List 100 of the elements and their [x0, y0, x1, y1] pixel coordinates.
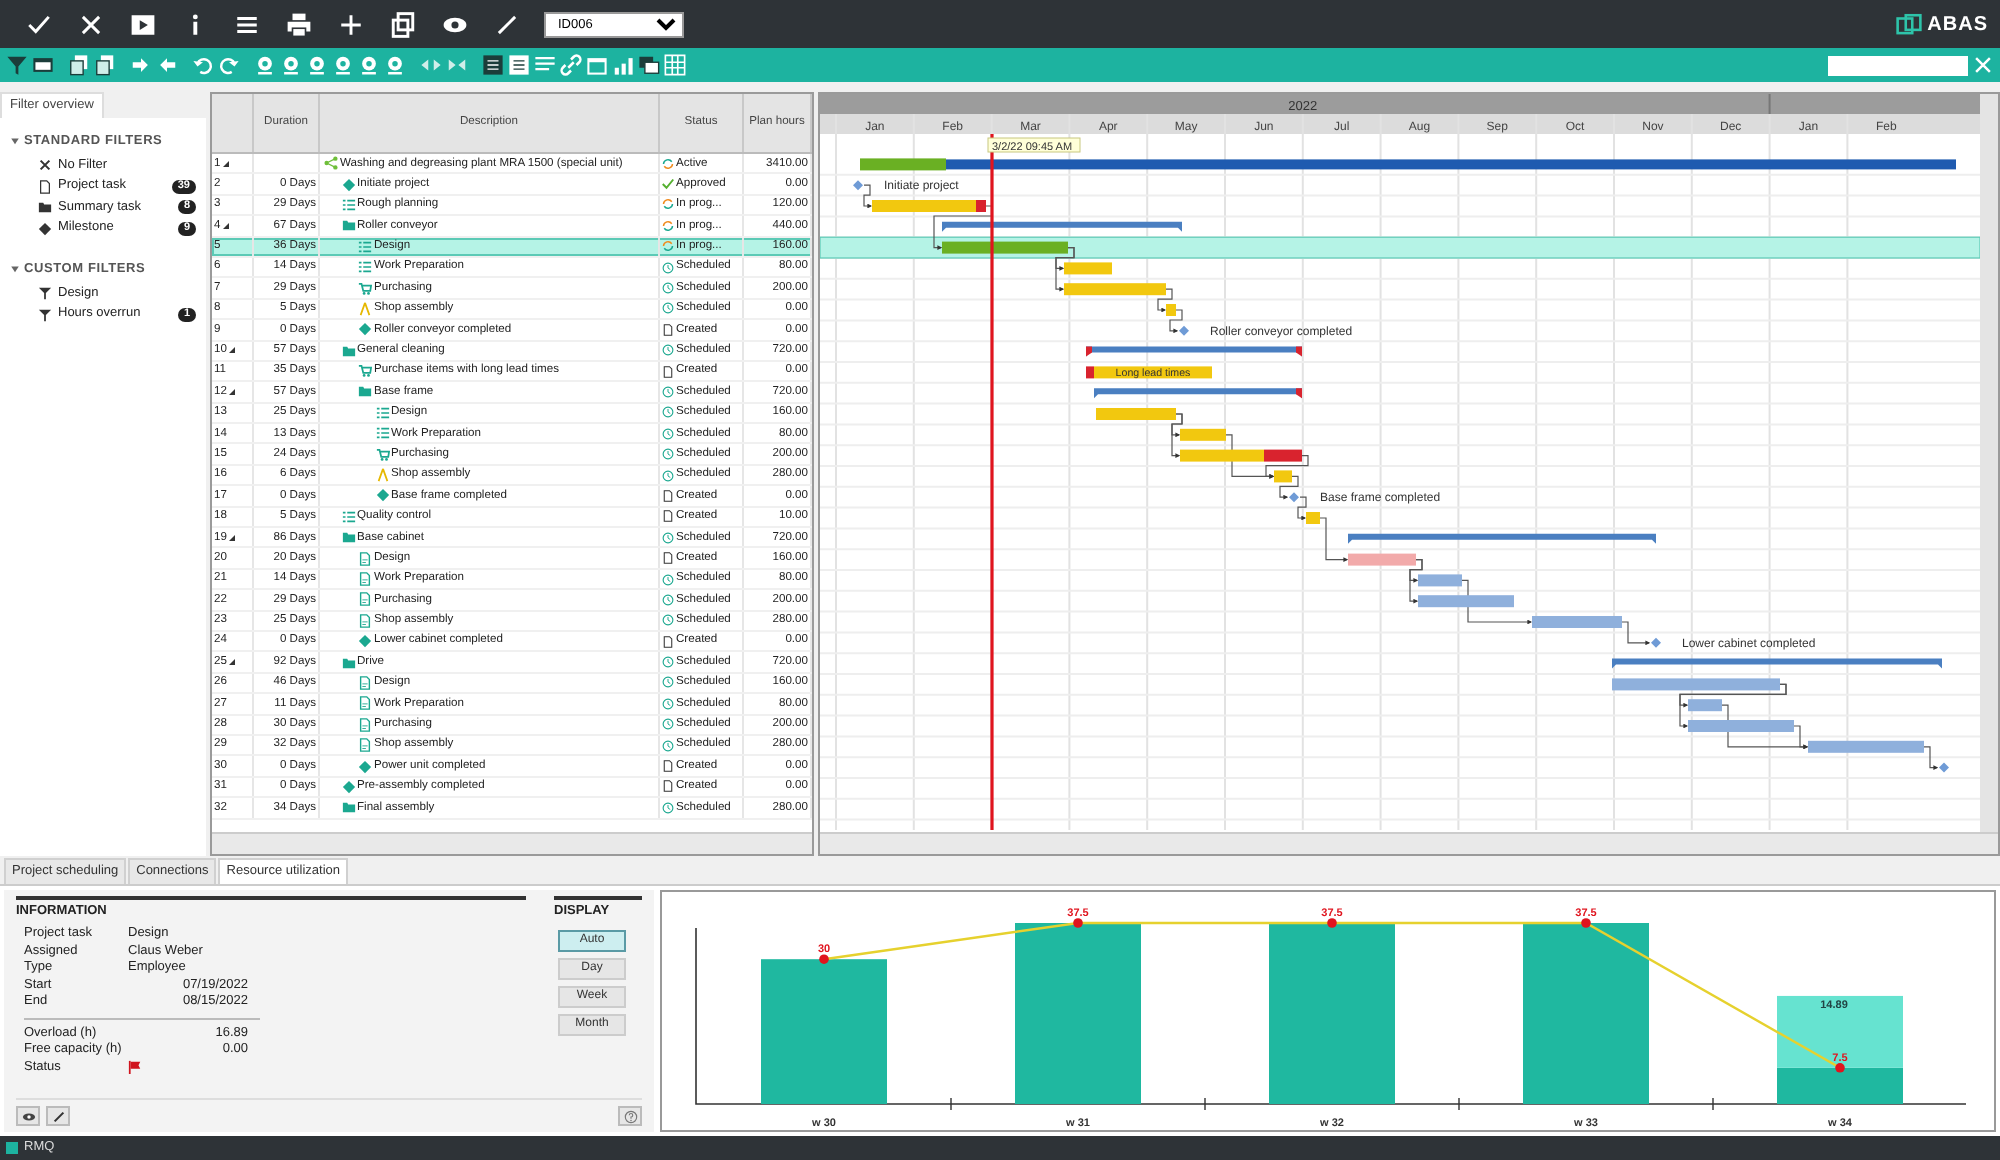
clock-icon [662, 531, 674, 544]
gantt-bar [1418, 574, 1462, 587]
check-icon [662, 178, 674, 191]
document-icon [38, 179, 52, 194]
pencil-icon[interactable] [493, 11, 519, 37]
document-icon [662, 552, 674, 565]
checklist-icon [375, 426, 389, 441]
connector-line [1319, 517, 1349, 562]
task-list-icon[interactable] [482, 54, 504, 76]
expand-icon[interactable] [228, 387, 237, 396]
expand-icon[interactable] [222, 159, 231, 168]
refresh-icon [662, 219, 674, 232]
folder-icon [341, 800, 355, 815]
help-button[interactable] [618, 1106, 642, 1126]
horizontal-scrollbar[interactable] [820, 832, 1998, 854]
checklist-icon [358, 239, 372, 254]
refresh-icon [662, 198, 674, 211]
node-icon[interactable] [358, 54, 380, 76]
gantt-bar [1808, 740, 1924, 753]
icon-button[interactable] [46, 1106, 70, 1126]
connector-line [1923, 746, 1939, 770]
node-icon[interactable] [384, 54, 406, 76]
document-icon [358, 613, 372, 628]
print-icon[interactable] [285, 11, 311, 37]
horizontal-scrollbar[interactable] [212, 832, 812, 854]
cart-icon [358, 364, 372, 379]
clock-icon [662, 656, 674, 669]
data-point [1835, 1063, 1845, 1073]
copy-icon[interactable] [94, 54, 116, 76]
expand-icon[interactable] [228, 533, 237, 542]
clock-icon [662, 261, 674, 274]
task-list-icon[interactable] [508, 54, 530, 76]
vertical-scrollbar[interactable] [1980, 94, 1998, 832]
cart-icon [358, 281, 372, 296]
icon-button[interactable] [16, 1106, 40, 1126]
document-icon [358, 572, 372, 586]
link-icon[interactable] [560, 54, 582, 76]
menu-icon[interactable] [233, 11, 259, 37]
expand-icon[interactable] [222, 221, 231, 230]
milestone-marker [853, 180, 863, 191]
indent-icon[interactable] [156, 54, 178, 76]
plus-icon[interactable] [337, 11, 363, 37]
clock-icon [662, 282, 674, 295]
close-icon [38, 158, 52, 173]
close-icon[interactable] [77, 11, 103, 37]
check-icon[interactable] [25, 11, 51, 37]
gantt-bar [1688, 720, 1794, 732]
milestone-icon [341, 177, 355, 192]
connector-line [1621, 621, 1651, 646]
expand-icon[interactable] [228, 346, 237, 355]
gantt-bar [1688, 699, 1722, 712]
connector-line [1461, 579, 1533, 625]
clock-icon [662, 302, 674, 315]
clock-icon [662, 448, 674, 461]
node-icon[interactable] [332, 54, 354, 76]
expand-icon[interactable] [228, 658, 237, 667]
gantt-bar [1532, 616, 1622, 628]
document-icon [662, 323, 674, 336]
checklist-icon [341, 197, 355, 212]
help-icon [623, 1109, 637, 1123]
document-icon [662, 635, 674, 648]
gantt-bar [1348, 553, 1416, 566]
data-point [1581, 918, 1591, 928]
copy-icon[interactable] [68, 54, 90, 76]
gantt-bar [1418, 595, 1514, 608]
clock-icon [662, 614, 674, 627]
document-icon [358, 738, 372, 753]
lines-icon[interactable] [534, 54, 556, 76]
node-icon[interactable] [280, 54, 302, 76]
milestone-marker [1939, 762, 1949, 773]
node-icon[interactable] [254, 54, 276, 76]
logo-icon [1895, 11, 1922, 37]
milestone-marker [1289, 492, 1299, 503]
diamond-icon [38, 221, 52, 236]
share-icon [324, 156, 338, 171]
redo-icon[interactable] [218, 54, 240, 76]
brand-name: ABAS [1927, 11, 1988, 39]
milestone-marker [1651, 637, 1661, 648]
document-icon [662, 365, 674, 378]
clock-icon [662, 427, 674, 440]
play-icon[interactable] [129, 11, 155, 37]
compass-icon [358, 301, 372, 316]
filter-icon[interactable] [6, 54, 28, 76]
node-icon[interactable] [306, 54, 328, 76]
clock-icon [662, 697, 674, 710]
collapse-arrow-icon[interactable] [10, 263, 20, 274]
window-icon[interactable] [32, 54, 54, 76]
document-icon [358, 717, 372, 732]
calendar-icon[interactable] [586, 54, 608, 76]
undo-icon[interactable] [192, 54, 214, 76]
folder-icon [341, 530, 355, 545]
window-icon[interactable] [638, 54, 660, 76]
cart-icon [375, 447, 389, 462]
collapse-arrow-icon[interactable] [10, 136, 20, 147]
gantt-bar [1064, 262, 1112, 275]
folder-icon [341, 218, 355, 233]
search-field[interactable] [1828, 55, 1968, 75]
outdent-icon[interactable] [130, 54, 152, 76]
copy-icon[interactable] [389, 11, 415, 37]
refresh-icon [662, 157, 674, 170]
